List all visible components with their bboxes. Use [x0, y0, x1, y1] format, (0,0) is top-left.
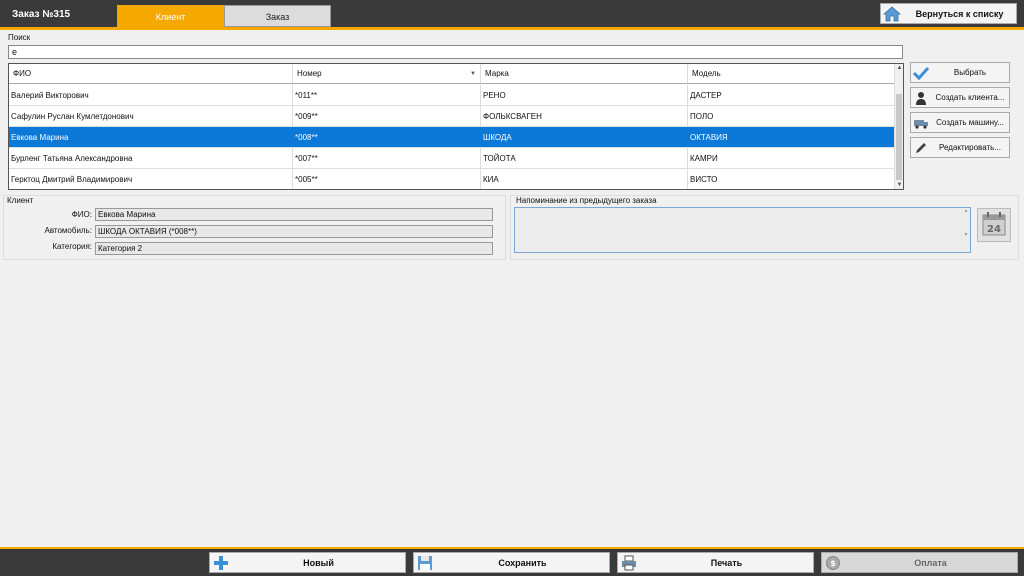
select-button[interactable]: Выбрать [910, 62, 1010, 83]
cell-model: КАМРИ [688, 148, 895, 168]
cell-fio: Бурленг Татьяна Александровна [9, 148, 293, 168]
calendar-icon: 24 [981, 211, 1007, 239]
column-header-make[interactable]: Марка [481, 64, 688, 83]
category-label: Категория: [52, 242, 92, 251]
car-field: ШКОДА ОКТАВИЯ (*008**) [95, 225, 493, 238]
cell-number: *007** [293, 148, 481, 168]
create-client-button[interactable]: Создать клиента... [910, 87, 1010, 108]
car-icon [911, 117, 931, 129]
floppy-disk-icon [414, 555, 436, 571]
cell-model: ВИСТО [688, 169, 895, 189]
car-label: Автомобиль: [44, 226, 93, 235]
printer-icon [618, 555, 640, 571]
table-row[interactable]: Валерий Викторович *011** РЕНО ДАСТЕР [9, 85, 895, 106]
column-header-number[interactable]: Номер ▼ [293, 64, 481, 83]
clients-table: ФИО Номер ▼ Марка Модель Валерий Викторов… [8, 63, 904, 190]
cell-make: ТОЙОТА [481, 148, 688, 168]
cell-fio: Сафулин Руслан Кумлетдонович [9, 106, 293, 126]
new-button[interactable]: Новый [209, 552, 406, 573]
table-row[interactable]: Герктоц Дмитрий Владимирович *005** КИА … [9, 169, 895, 189]
cell-make: ФОЛЬКСВАГЕН [481, 106, 688, 126]
cell-number: *011** [293, 85, 481, 105]
fio-field: Евкова Марина [95, 208, 493, 221]
table-body: Валерий Викторович *011** РЕНО ДАСТЕР Са… [9, 85, 895, 189]
category-field: Категория 2 [95, 242, 493, 255]
create-car-button[interactable]: Создать машину... [910, 112, 1010, 133]
calendar-day: 24 [987, 224, 1001, 235]
cell-model: ОКТАВИЯ [688, 127, 895, 147]
fio-label: ФИО: [71, 210, 92, 219]
cell-number: *009** [293, 106, 481, 126]
calendar-button[interactable]: 24 [977, 208, 1011, 242]
sort-arrow-icon: ▼ [470, 71, 476, 77]
reminder-title: Напоминание из предыдущего заказа [516, 196, 657, 205]
home-icon [881, 4, 903, 23]
search-input[interactable]: е [8, 45, 903, 59]
back-to-list-label: Вернуться к списку [915, 8, 1004, 19]
table-header: ФИО Номер ▼ Марка Модель [9, 64, 895, 84]
cell-model: ДАСТЕР [688, 85, 895, 105]
cell-fio: Герктоц Дмитрий Владимирович [9, 169, 293, 189]
print-button[interactable]: Печать [617, 552, 814, 573]
tab-client[interactable]: Клиент [117, 5, 224, 27]
cell-make: ШКОДА [481, 127, 688, 147]
checkmark-icon [911, 66, 931, 80]
search-label: Поиск [8, 33, 31, 42]
reminder-scrollbar[interactable]: ▲ ▼ [962, 208, 970, 252]
reminder-textarea[interactable]: ▲ ▼ [514, 207, 971, 253]
column-header-model[interactable]: Модель [688, 64, 895, 83]
scroll-down-icon[interactable]: ▼ [895, 182, 903, 188]
coin-icon: $ [822, 555, 844, 571]
table-row-selected[interactable]: Евкова Марина *008** ШКОДА ОКТАВИЯ [9, 127, 895, 148]
cell-model: ПОЛО [688, 106, 895, 126]
table-row[interactable]: Бурленг Татьяна Александровна *007** ТОЙ… [9, 148, 895, 169]
top-bar-accent-line [0, 27, 1024, 30]
client-panel-title: Клиент [7, 196, 34, 205]
table-row[interactable]: Сафулин Руслан Кумлетдонович *009** ФОЛЬ… [9, 106, 895, 127]
table-scrollbar[interactable]: ▲ ▼ [894, 64, 903, 189]
svg-text:$: $ [830, 559, 836, 568]
scroll-up-icon[interactable]: ▲ [895, 65, 903, 71]
column-header-fio[interactable]: ФИО [9, 64, 293, 83]
pay-button[interactable]: $ Оплата [821, 552, 1018, 573]
cell-make: РЕНО [481, 85, 688, 105]
tab-order[interactable]: Заказ [224, 5, 331, 27]
cell-fio: Евкова Марина [9, 127, 293, 147]
save-button[interactable]: Сохранить [413, 552, 610, 573]
cell-fio: Валерий Викторович [9, 85, 293, 105]
cell-number: *005** [293, 169, 481, 189]
edit-button[interactable]: Редактировать... [910, 137, 1010, 158]
person-icon [911, 91, 931, 105]
page-title: Заказ №315 [12, 9, 71, 20]
cell-number: *008** [293, 127, 481, 147]
cell-make: КИА [481, 169, 688, 189]
scrollbar-thumb[interactable] [896, 94, 902, 180]
back-to-list-button[interactable]: Вернуться к списку [880, 3, 1017, 24]
pencil-icon [911, 141, 931, 155]
plus-icon [210, 555, 232, 571]
